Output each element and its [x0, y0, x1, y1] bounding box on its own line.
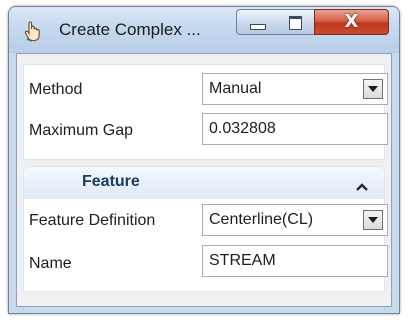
maximum-gap-label: Maximum Gap [29, 122, 134, 139]
feature-definition-value: Centerline(CL) [209, 211, 314, 228]
hand-pointer-icon [23, 20, 43, 42]
method-value: Manual [209, 80, 262, 97]
name-label: Name [29, 255, 72, 272]
maximize-button[interactable] [277, 9, 315, 35]
dialog-content: Method Manual Maximum Gap 0.032808 Featu… [16, 53, 392, 307]
name-value: STREAM [209, 252, 276, 269]
maximize-icon [289, 16, 302, 30]
chevron-down-icon[interactable] [363, 210, 383, 230]
feature-section-title: Feature [82, 173, 140, 190]
close-icon: X [344, 11, 359, 32]
feature-definition-dropdown[interactable]: Centerline(CL) [202, 204, 388, 236]
method-dropdown[interactable]: Manual [202, 73, 388, 105]
feature-definition-label: Feature Definition [29, 212, 156, 229]
close-button[interactable]: X [314, 9, 389, 35]
name-input[interactable]: STREAM [202, 245, 388, 277]
maximum-gap-input[interactable]: 0.032808 [202, 113, 388, 145]
general-section: Method Manual Maximum Gap 0.032808 [23, 64, 388, 160]
feature-section-header[interactable]: Feature [24, 167, 384, 199]
create-complex-window: Create Complex ... X Method Manual Maxim… [8, 6, 400, 314]
title-bar[interactable]: Create Complex ... X [9, 7, 399, 53]
minimize-button[interactable] [236, 9, 278, 35]
chevron-down-icon[interactable] [363, 79, 383, 99]
feature-section: Feature Feature Definition Centerline(CL… [23, 166, 388, 292]
chevron-up-icon[interactable] [356, 178, 368, 196]
window-title: Create Complex ... [59, 20, 201, 39]
maximum-gap-value: 0.032808 [209, 120, 276, 137]
minimize-icon [250, 24, 266, 30]
method-label: Method [29, 81, 83, 98]
